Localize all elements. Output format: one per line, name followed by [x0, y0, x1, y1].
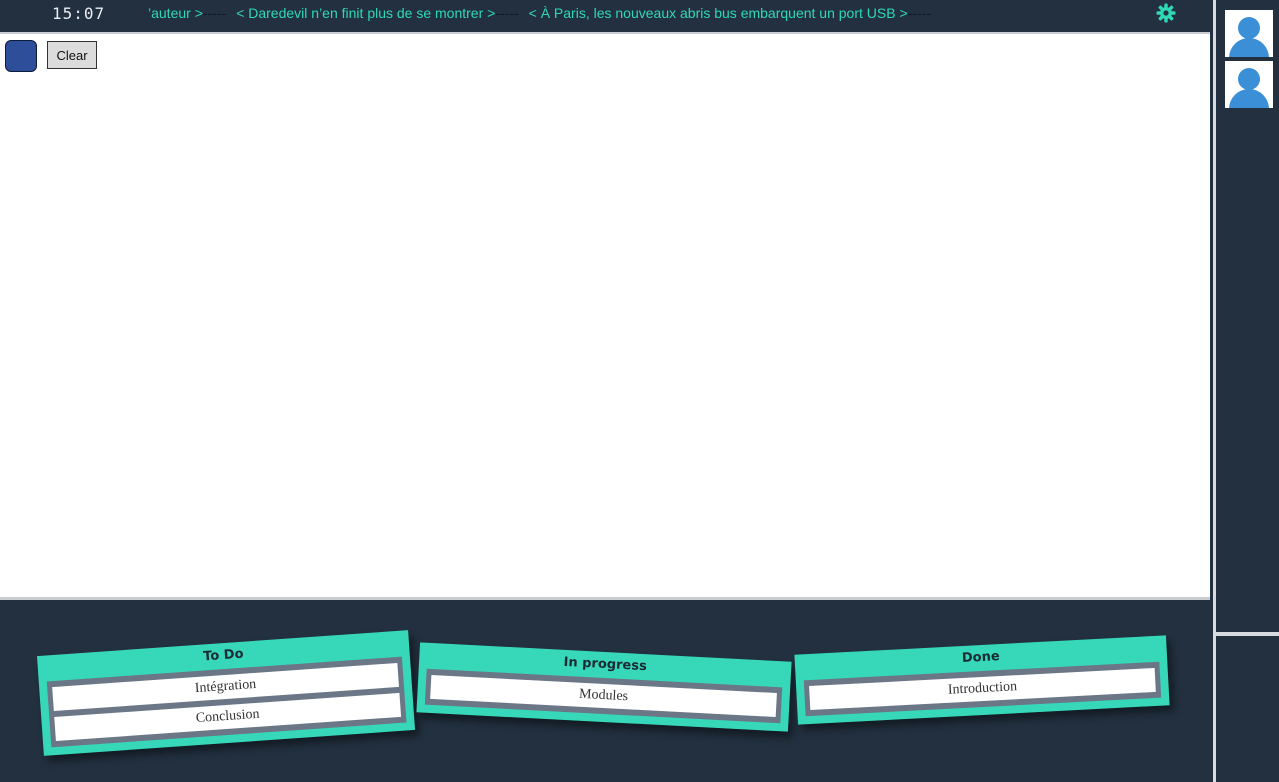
- kanban-column-done[interactable]: Done Introduction: [794, 635, 1170, 725]
- ticker-separator: -----: [202, 5, 227, 21]
- clock: 15:07: [52, 4, 106, 23]
- kanban-column-in-progress[interactable]: In progress Modules: [416, 642, 792, 732]
- kanban-column-todo[interactable]: To Do Intégration Conclusion: [36, 630, 416, 756]
- color-picker[interactable]: [5, 40, 37, 72]
- user-avatar-icon[interactable]: [1225, 61, 1273, 108]
- ticker-item[interactable]: ’auteur >: [148, 5, 203, 21]
- gear-icon-graphic: [1156, 3, 1176, 23]
- ticker-separator: -----: [495, 5, 519, 21]
- ticker-separator: -----: [907, 5, 931, 21]
- top-bar: 15:07 ’auteur >----- < Daredevil n’en fin…: [0, 0, 1210, 28]
- sidebar-divider: [1216, 632, 1279, 636]
- clear-button[interactable]: Clear: [47, 41, 97, 69]
- ticker-item[interactable]: < Daredevil n’en finit plus de se montre…: [236, 5, 495, 21]
- drawing-canvas[interactable]: Clear: [0, 32, 1210, 600]
- news-ticker: ’auteur >----- < Daredevil n’en finit plu…: [148, 5, 931, 21]
- gear-icon[interactable]: [1155, 3, 1177, 25]
- user-avatar-icon[interactable]: [1225, 10, 1273, 57]
- ticker-item[interactable]: < À Paris, les nouveaux abris bus embarq…: [529, 5, 908, 21]
- participants-sidebar: [1213, 0, 1279, 782]
